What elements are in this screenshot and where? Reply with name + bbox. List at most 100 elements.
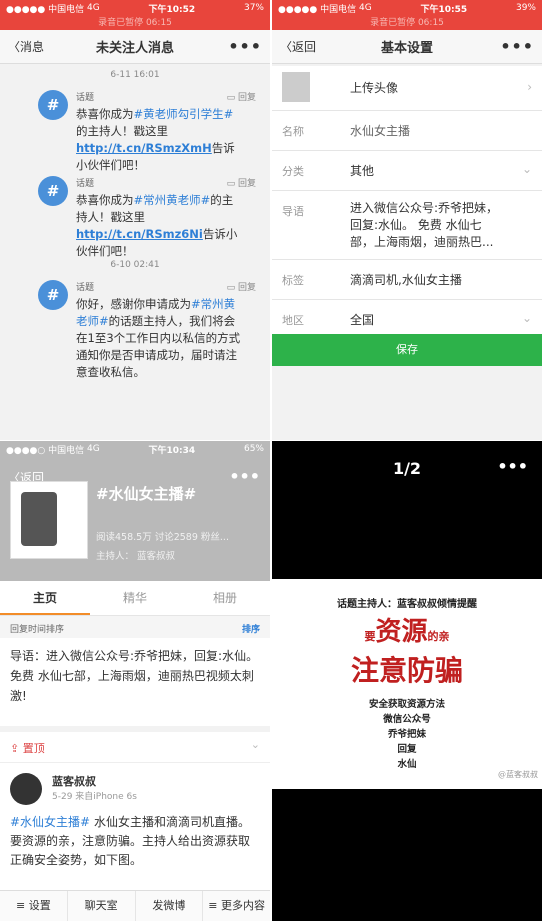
message-body: 恭喜你成为#常州黄老师#的主持人！戳这里http://t.cn/RSmz6Ni告… [76,193,238,258]
more-content-button[interactable]: ≡ 更多内容 [203,891,270,921]
status-bar: ●●●●● 中国电信 4G 下午10:52 37% [0,0,270,16]
battery: 39% [515,3,536,13]
page-title: 基本设置 [380,41,433,56]
status-bar: ●●●●○ 中国电信 4G 下午10:34 65% [0,441,270,457]
category-select[interactable]: 其他 [350,163,500,180]
upload-avatar-label: 上传头像 [350,81,399,95]
reply-button[interactable]: ▭ 回复 [227,280,256,293]
recording-banner[interactable]: 录音已暂停 06:15 [272,16,542,30]
intro-row[interactable]: 导语 进入微信公众号:乔爷把妹，回复:水仙。 免费 水仙七部，上海雨烟，迪丽热巴… [272,191,542,260]
topic-header: ●●●●○ 中国电信 4G 下午10:34 65% 〈返回 ••• #水仙女主播… [0,441,270,581]
topic-intro: 导语：进入微信公众号:乔爷把妹，回复:水仙。 免费 水仙七部，上海雨烟，迪丽热巴… [0,638,270,732]
topic-avatar-icon[interactable]: # [38,176,68,206]
post-weibo-button[interactable]: 发微博 [136,891,204,921]
viewer-header: 1/2 ••• [272,441,542,579]
intro-label: 导语 [282,205,304,218]
reply-button[interactable]: ▭ 回复 [227,90,256,103]
pinned-header[interactable]: ⇪ 置顶 ⌄ [0,732,270,763]
save-button[interactable]: 保存 [272,334,542,366]
topic-tag[interactable]: #黄老师勾引学生# [134,107,234,121]
more-icon[interactable]: ••• [202,37,262,56]
carrier: ●●●●● 中国电信 [6,4,85,15]
back-button[interactable]: 〈消息 [8,38,68,55]
message-item: # 话题 ▭ 回复 恭喜你成为#黄老师勾引学生#的主持人！戳这里http://t… [0,84,270,172]
nav-bar: 〈返回 基本设置 ••• [272,30,542,64]
watermark: @蓝客叔叔 [498,770,538,779]
tags-field[interactable]: 滴滴司机,水仙女主播 [350,272,500,289]
network: 4G [87,444,100,454]
sender-name: 话题 [76,283,95,293]
name-field[interactable]: 水仙女主播 [350,123,500,140]
nav-bar: 〈消息 未关注人消息 ••• [0,30,270,64]
image-viewer-screen: 1/2 ••• 话题主持人：蓝客叔叔倾情提醒 要资源的亲 注意防骗 安全获取资源… [272,441,542,921]
date-divider: 6-10 02:41 [110,260,160,270]
name-label: 名称 [282,125,304,138]
message-body: 恭喜你成为#黄老师勾引学生#的主持人！戳这里http://t.cn/RSmzXm… [76,107,235,172]
topic-avatar-icon[interactable]: # [38,90,68,120]
poster-caption: 话题主持人：蓝客叔叔倾情提醒 [337,599,477,610]
topic-cover-image [10,481,88,559]
more-icon[interactable]: ••• [497,457,528,476]
basic-settings-screen: ●●●●● 中国电信 4G 下午10:55 39% 录音已暂停 06:15 〈返… [272,0,542,440]
avatar [282,72,310,102]
battery: 65% [243,444,264,454]
tab-featured[interactable]: 精华 [90,581,180,615]
tab-home[interactable]: 主页 [0,581,90,615]
sort-button[interactable]: 排序 [242,622,260,635]
message-link[interactable]: http://t.cn/RSmz6Ni [76,227,203,241]
chevron-left-icon: 〈 [280,40,293,54]
more-icon[interactable]: ••• [229,467,260,486]
topic-tag[interactable]: #常州黄老师# [134,193,211,207]
topic-tag[interactable]: #水仙女主播# [10,815,90,829]
battery: 37% [243,3,264,13]
carrier: ●●●●○ 中国电信 [6,445,85,456]
topic-page-screen: ●●●●○ 中国电信 4G 下午10:34 65% 〈返回 ••• #水仙女主播… [0,441,270,921]
sender-name: 话题 [76,93,95,103]
topic-stats: 阅读458.5万 讨论2589 粉丝... [96,532,229,543]
intro-field[interactable]: 进入微信公众号:乔爷把妹，回复:水仙。 免费 水仙七部，上海雨烟，迪丽热巴... [350,200,500,251]
sort-bar: 回复时间排序 排序 [0,616,270,638]
topic-avatar-icon[interactable]: # [38,280,68,310]
date-divider: 6-11 16:01 [110,70,160,80]
tags-row[interactable]: 标签 滴滴司机,水仙女主播 [272,260,542,300]
warning-poster-image[interactable]: 话题主持人：蓝客叔叔倾情提醒 要资源的亲 注意防骗 安全获取资源方法 微信公众号… [272,579,542,789]
carrier: ●●●●● 中国电信 [278,4,357,15]
back-button[interactable]: 〈返回 [280,38,340,55]
message-item: # 话题 ▭ 回复 恭喜你成为#常州黄老师#的主持人！戳这里http://t.c… [0,170,270,258]
category-row[interactable]: 分类 其他 ⌄ [272,151,542,191]
region-select[interactable]: 全国 [350,312,500,329]
category-label: 分类 [282,165,304,178]
recording-banner[interactable]: 录音已暂停 06:15 [0,16,270,30]
pinned-post[interactable]: 蓝客叔叔 5-29 来自iPhone 6s #水仙女主播# 水仙女主播和滴滴司机… [0,763,270,881]
topic-host[interactable]: 主持人： 蓝客叔叔 [96,548,175,562]
pin-icon: ⇪ [10,742,20,755]
chatroom-button[interactable]: 聊天室 [68,891,136,921]
sort-label: 回复时间排序 [10,625,65,635]
chevron-right-icon: › [527,80,532,94]
post-text: #水仙女主播# 水仙女主播和滴滴司机直播。要资源的亲，注意防骗。主持人给出资源获… [10,815,251,867]
topic-title: #水仙女主播# [96,485,197,503]
chevron-down-icon: ⌄ [250,738,260,751]
clock: 下午10:55 [420,4,468,15]
unfollowed-messages-screen: ●●●●● 中国电信 4G 下午10:52 37% 录音已暂停 06:15 〈消… [0,0,270,440]
network: 4G [359,3,372,13]
more-icon[interactable]: ••• [474,37,534,56]
post-author[interactable]: 蓝客叔叔 [52,773,96,789]
avatar[interactable] [10,773,42,805]
message-item: # 话题 ▭ 回复 你好，感谢你申请成为#常州黄老师#的话题主持人，我们将会在1… [0,274,270,384]
settings-button[interactable]: ≡ 设置 [0,891,68,921]
topic-tabs: 主页 精华 相册 [0,581,270,616]
region-label: 地区 [282,314,304,327]
clock: 下午10:52 [148,4,196,15]
reply-button[interactable]: ▭ 回复 [227,176,256,189]
tab-album[interactable]: 相册 [180,581,270,615]
bottom-toolbar: ≡ 设置 聊天室 发微博 ≡ 更多内容 [0,890,270,921]
upload-avatar-row[interactable]: 上传头像 › [272,66,542,111]
network: 4G [87,3,100,13]
poster-headline-1: 要资源的亲 [364,617,450,647]
clock: 下午10:34 [148,445,196,456]
message-link[interactable]: http://t.cn/RSmzXmH [76,141,212,155]
chevron-left-icon: 〈 [8,40,21,54]
name-row[interactable]: 名称 水仙女主播 [272,111,542,151]
post-time: 5-29 来自iPhone 6s [52,792,137,802]
